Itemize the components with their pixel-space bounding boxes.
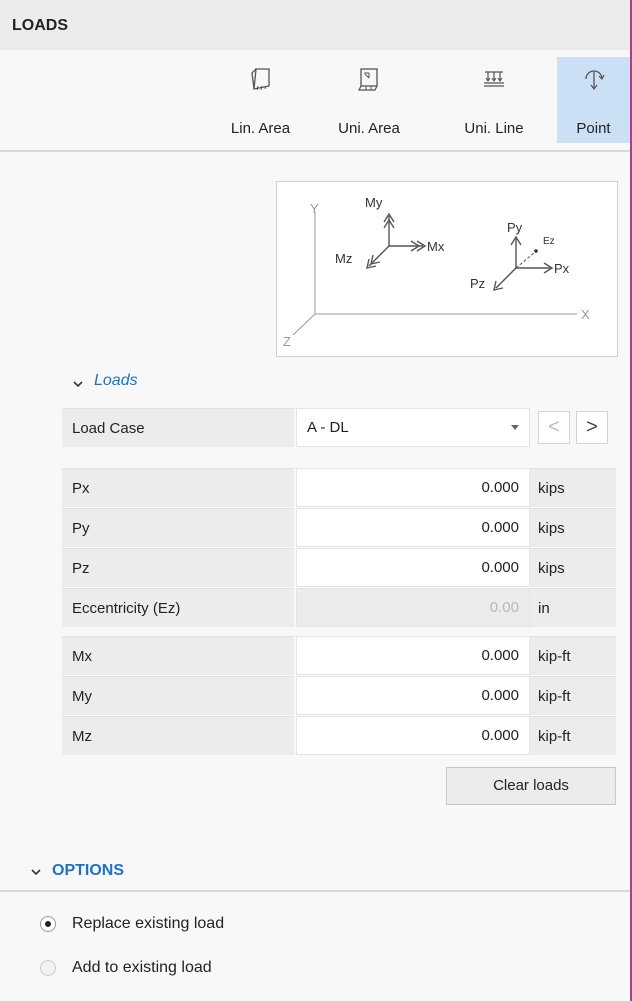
panel-title: LOADS — [12, 17, 68, 34]
mz-unit: kip-ft — [530, 716, 616, 755]
mz-input[interactable]: 0.000 — [296, 716, 530, 755]
uni-line-label: Uni. Line — [464, 120, 524, 137]
clear-loads-button[interactable]: Clear loads — [446, 767, 616, 805]
moment-row-mx: Mx 0.000 kip-ft — [62, 636, 616, 676]
my-unit: kip-ft — [530, 676, 616, 715]
previous-load-case-button[interactable]: < — [538, 411, 570, 444]
axis-z-label: Z — [283, 334, 291, 349]
moment-mz-label: Mz — [335, 251, 352, 266]
options-section-toggle[interactable]: OPTIONS — [0, 852, 630, 892]
point-load-diagram: Y X Z My Mx Mz Py Ez Px Pz — [276, 181, 618, 357]
force-py-label: Py — [507, 220, 523, 235]
panel-content: Y X Z My Mx Mz Py Ez Px Pz Loads Load Ca… — [0, 152, 630, 1001]
force-ez-label: Ez — [543, 236, 555, 247]
moment-mx-label: Mx — [427, 239, 445, 254]
py-unit: kips — [530, 508, 616, 547]
ez-input: 0.00 — [296, 588, 530, 627]
py-label: Py — [62, 508, 294, 547]
pz-input[interactable]: 0.000 — [296, 548, 530, 587]
next-load-case-button[interactable]: > — [576, 411, 608, 444]
add-to-existing-load-radio[interactable] — [40, 960, 56, 976]
axis-x-label: X — [581, 307, 590, 322]
options-section-title: OPTIONS — [52, 862, 125, 879]
linear-area-load-icon — [250, 68, 270, 91]
my-input[interactable]: 0.000 — [296, 676, 530, 715]
mz-label: Mz — [62, 716, 294, 755]
axis-y-label: Y — [310, 201, 319, 216]
lin-area-label: Lin. Area — [230, 120, 291, 137]
px-input[interactable]: 0.000 — [296, 468, 530, 507]
moment-row-mz: Mz 0.000 kip-ft — [62, 716, 616, 756]
moment-row-my: My 0.000 kip-ft — [62, 676, 616, 716]
uniform-area-load-icon — [358, 68, 378, 91]
uniform-line-load-icon — [484, 71, 504, 87]
px-unit: kips — [530, 468, 616, 507]
point-button[interactable]: Point — [557, 57, 630, 143]
ez-label: Eccentricity (Ez) — [62, 588, 294, 627]
loads-section-title: Loads — [94, 372, 138, 389]
point-label: Point — [576, 120, 611, 137]
my-label: My — [62, 676, 294, 715]
point-load-icon — [584, 70, 605, 90]
ez-unit: in — [530, 588, 616, 627]
uni-area-label: Uni. Area — [338, 120, 400, 137]
uni-area-button[interactable]: Uni. Area — [318, 57, 420, 143]
force-row-px: Px 0.000 kips — [62, 468, 616, 508]
replace-existing-load-label: Replace existing load — [72, 915, 225, 932]
force-row-py: Py 0.000 kips — [62, 508, 616, 548]
load-case-row: Load Case A - DL < > — [62, 408, 616, 448]
load-type-toolbar: Lin. Area Uni. Area Uni. Line Point — [0, 50, 630, 152]
loads-panel: LOADS Lin. Area Uni. Area Uni. Line Poin… — [0, 0, 632, 1001]
mx-input[interactable]: 0.000 — [296, 636, 530, 675]
py-input[interactable]: 0.000 — [296, 508, 530, 547]
px-label: Px — [62, 468, 294, 507]
pz-label: Pz — [62, 548, 294, 587]
mx-unit: kip-ft — [530, 636, 616, 675]
add-to-existing-load-label: Add to existing load — [72, 959, 212, 976]
load-case-select[interactable]: A - DL — [296, 408, 530, 447]
load-case-label: Load Case — [62, 408, 294, 447]
force-px-label: Px — [554, 261, 570, 276]
force-pz-label: Pz — [470, 276, 485, 291]
replace-existing-load-radio[interactable] — [40, 916, 56, 932]
chevron-down-icon — [31, 869, 41, 876]
moment-my-label: My — [365, 195, 383, 210]
force-row-pz: Pz 0.000 kips — [62, 548, 616, 588]
force-row-ez: Eccentricity (Ez) 0.00 in — [62, 588, 616, 628]
chevron-down-icon — [73, 381, 83, 388]
uni-line-button[interactable]: Uni. Line — [444, 57, 544, 143]
dropdown-arrow-icon — [511, 425, 519, 430]
mx-label: Mx — [62, 636, 294, 675]
load-case-value: A - DL — [307, 419, 349, 436]
pz-unit: kips — [530, 548, 616, 587]
lin-area-button[interactable]: Lin. Area — [213, 57, 308, 143]
panel-header: LOADS — [0, 0, 630, 50]
